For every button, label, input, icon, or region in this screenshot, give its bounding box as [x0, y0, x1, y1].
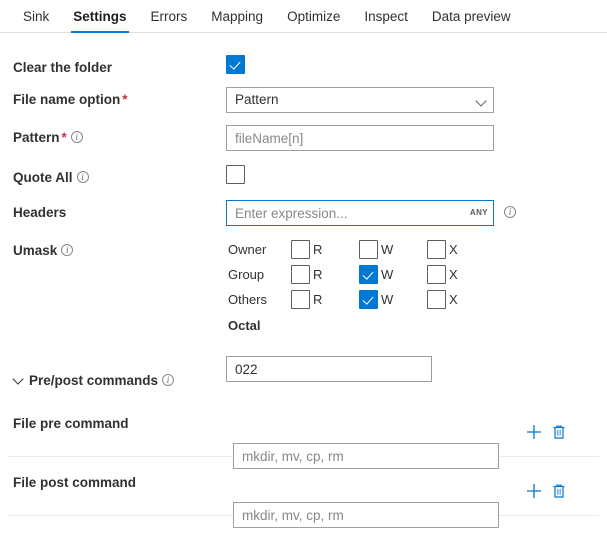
- tab-list: Sink Settings Errors Mapping Optimize In…: [0, 0, 607, 33]
- tab-label: Data preview: [432, 9, 511, 24]
- row-clear-folder: Clear the folder: [0, 55, 607, 81]
- prepost-commands-toggle[interactable]: Pre/post commands i: [13, 372, 174, 390]
- info-icon[interactable]: i: [162, 374, 174, 386]
- info-icon[interactable]: i: [504, 206, 516, 218]
- umask-col-label-w: W: [381, 291, 393, 309]
- chevron-down-icon: [477, 97, 485, 105]
- umask-col-label-w: W: [381, 266, 393, 284]
- file-post-command-label: File post command: [13, 474, 136, 492]
- umask-owner-write-checkbox[interactable]: [359, 240, 378, 259]
- row-file-name-option: File name option* Pattern: [0, 87, 607, 113]
- file-name-option-label: File name option*: [13, 91, 128, 109]
- tab-sink[interactable]: Sink: [11, 0, 61, 33]
- umask-group-read-checkbox[interactable]: [291, 265, 310, 284]
- umask-col-label-r: R: [313, 241, 322, 259]
- add-post-command-button[interactable]: [525, 482, 543, 500]
- umask-col-label-r: R: [313, 266, 322, 284]
- tab-label: Sink: [23, 9, 49, 24]
- clear-folder-checkbox[interactable]: [226, 55, 245, 74]
- row-file-pre-command: File pre command: [0, 411, 607, 469]
- tab-label: Mapping: [211, 9, 263, 24]
- umask-grid: Owner R W X Group R W X Others R W X Oct…: [0, 240, 607, 360]
- tab-errors[interactable]: Errors: [139, 0, 200, 33]
- prepost-commands-label: Pre/post commands: [29, 373, 158, 388]
- headers-expression-input[interactable]: [226, 200, 494, 226]
- umask-row-label-others: Others: [228, 291, 267, 309]
- add-pre-command-button[interactable]: [525, 423, 543, 441]
- delete-pre-command-button[interactable]: [550, 423, 568, 441]
- any-type-badge: ANY: [470, 208, 488, 218]
- row-pattern: Pattern*i: [0, 125, 607, 151]
- tab-mapping[interactable]: Mapping: [199, 0, 275, 33]
- tab-label: Inspect: [364, 9, 408, 24]
- required-asterisk: *: [122, 92, 127, 107]
- tab-data-preview[interactable]: Data preview: [420, 0, 523, 33]
- tab-inspect[interactable]: Inspect: [352, 0, 420, 33]
- tab-bar: Sink Settings Errors Mapping Optimize In…: [0, 0, 607, 33]
- file-post-command-input[interactable]: [233, 502, 499, 528]
- pattern-input[interactable]: [226, 125, 494, 151]
- umask-owner-read-checkbox[interactable]: [291, 240, 310, 259]
- row-umask: Umaski Owner R W X Group R W X Others R …: [0, 240, 607, 360]
- umask-others-write-checkbox[interactable]: [359, 290, 378, 309]
- required-asterisk: *: [62, 130, 67, 145]
- file-name-option-dropdown[interactable]: Pattern: [226, 87, 494, 113]
- umask-others-execute-checkbox[interactable]: [427, 290, 446, 309]
- umask-col-label-x: X: [449, 241, 458, 259]
- tab-label: Settings: [73, 9, 126, 24]
- umask-col-label-r: R: [313, 291, 322, 309]
- file-pre-command-label: File pre command: [13, 415, 129, 433]
- umask-others-read-checkbox[interactable]: [291, 290, 310, 309]
- quote-all-label: Quote Alli: [13, 169, 89, 187]
- tab-label: Optimize: [287, 9, 340, 24]
- file-pre-command-input[interactable]: [233, 443, 499, 469]
- row-quote-all: Quote Alli: [0, 165, 607, 191]
- pattern-label: Pattern*i: [13, 129, 83, 147]
- info-icon[interactable]: i: [71, 131, 83, 143]
- umask-group-execute-checkbox[interactable]: [427, 265, 446, 284]
- tab-label: Errors: [151, 9, 188, 24]
- row-headers: Headers ANY i: [0, 200, 607, 226]
- headers-field-wrapper: ANY: [226, 200, 494, 226]
- umask-col-label-x: X: [449, 266, 458, 284]
- file-name-option-value: Pattern: [235, 88, 279, 112]
- umask-row-label-group: Group: [228, 266, 264, 284]
- umask-col-label-x: X: [449, 291, 458, 309]
- tab-optimize[interactable]: Optimize: [275, 0, 352, 33]
- umask-col-label-w: W: [381, 241, 393, 259]
- chevron-down-icon: [13, 375, 24, 386]
- umask-row-label-owner: Owner: [228, 241, 266, 259]
- umask-owner-execute-checkbox[interactable]: [427, 240, 446, 259]
- delete-post-command-button[interactable]: [550, 482, 568, 500]
- headers-label: Headers: [13, 204, 66, 222]
- info-icon[interactable]: i: [77, 171, 89, 183]
- quote-all-checkbox[interactable]: [226, 165, 245, 184]
- row-prepost-header: Pre/post commands i: [0, 372, 607, 392]
- tab-settings[interactable]: Settings: [61, 0, 138, 33]
- row-file-post-command: File post command: [0, 470, 607, 528]
- clear-folder-label: Clear the folder: [13, 59, 112, 77]
- umask-octal-label: Octal: [228, 317, 261, 335]
- umask-group-write-checkbox[interactable]: [359, 265, 378, 284]
